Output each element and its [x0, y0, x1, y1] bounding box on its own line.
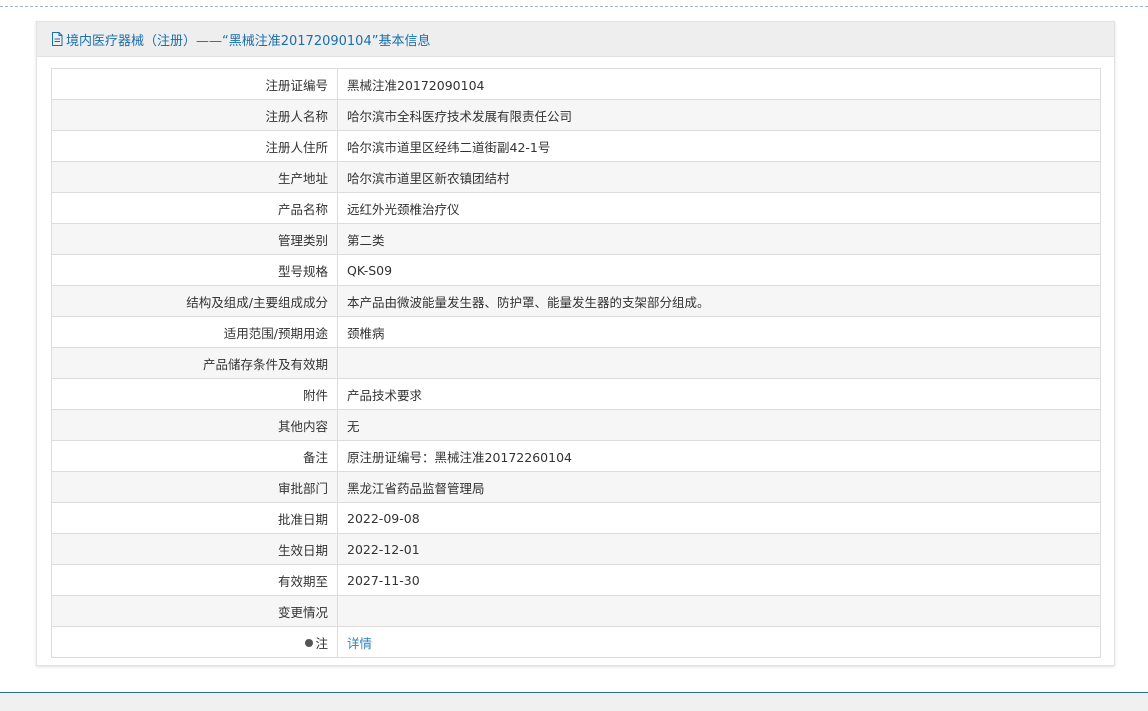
field-value: 产品技术要求 [337, 378, 1101, 410]
field-label: 附件 [51, 378, 338, 410]
field-value: 颈椎病 [337, 316, 1101, 348]
field-label: 产品储存条件及有效期 [51, 347, 338, 379]
field-value: 2027-11-30 [337, 564, 1101, 596]
field-label: 注册人名称 [51, 99, 338, 131]
field-label: 生产地址 [51, 161, 338, 193]
footer-bar [0, 692, 1148, 711]
table-row: 备注 原注册证编号：黑械注准20172260104 [51, 440, 1101, 472]
field-value: 哈尔滨市道里区经纬二道街副42-1号 [337, 130, 1101, 162]
table-row: 注册证编号 黑械注准20172090104 [51, 68, 1101, 100]
table-row: 注册人住所 哈尔滨市道里区经纬二道街副42-1号 [51, 130, 1101, 162]
table-row: 生效日期 2022-12-01 [51, 533, 1101, 565]
field-label: 结构及组成/主要组成成分 [51, 285, 338, 317]
field-label: 有效期至 [51, 564, 338, 596]
table-row: 注册人名称 哈尔滨市全科医疗技术发展有限责任公司 [51, 99, 1101, 131]
field-value: 2022-12-01 [337, 533, 1101, 565]
table-row: 有效期至 2027-11-30 [51, 564, 1101, 596]
table-row: 结构及组成/主要组成成分 本产品由微波能量发生器、防护罩、能量发生器的支架部分组成… [51, 285, 1101, 317]
field-label: 适用范围/预期用途 [51, 316, 338, 348]
field-label: 注册证编号 [51, 68, 338, 100]
table-row: 适用范围/预期用途 颈椎病 [51, 316, 1101, 348]
field-value [337, 595, 1101, 627]
note-value-cell: 详情 [337, 626, 1101, 658]
field-label: 批准日期 [51, 502, 338, 534]
table-row: 批准日期 2022-09-08 [51, 502, 1101, 534]
field-label: 备注 [51, 440, 338, 472]
field-value: 黑龙江省药品监督管理局 [337, 471, 1101, 503]
table-row: 附件 产品技术要求 [51, 378, 1101, 410]
field-value: 黑械注准20172090104 [337, 68, 1101, 100]
table-row: 产品储存条件及有效期 [51, 347, 1101, 379]
table-row: 变更情况 [51, 595, 1101, 627]
field-value: 2022-09-08 [337, 502, 1101, 534]
details-link[interactable]: 详情 [347, 636, 372, 651]
field-label: 产品名称 [51, 192, 338, 224]
field-value: 远红外光颈椎治疗仪 [337, 192, 1101, 224]
field-label: 管理类别 [51, 223, 338, 255]
field-value: 无 [337, 409, 1101, 441]
table-row: 管理类别 第二类 [51, 223, 1101, 255]
field-value: 原注册证编号：黑械注准20172260104 [337, 440, 1101, 472]
field-value: 哈尔滨市道里区新农镇团结村 [337, 161, 1101, 193]
table-row: 其他内容无 [51, 409, 1101, 441]
table-row: 型号规格 QK-S09 [51, 254, 1101, 286]
table-row-note: 注 详情 [51, 626, 1101, 658]
field-value: 第二类 [337, 223, 1101, 255]
detail-table: 注册证编号 黑械注准20172090104 注册人名称 哈尔滨市全科医疗技术发展有限责… [51, 68, 1101, 658]
panel-title: 境内医疗器械（注册）——“黑械注准20172090104”基本信息 [66, 33, 431, 49]
bullet-icon [305, 639, 314, 647]
field-label: 其他内容 [51, 409, 338, 441]
field-label: 型号规格 [51, 254, 338, 286]
top-dashed-border [0, 0, 1148, 7]
field-label: 变更情况 [51, 595, 338, 627]
field-value: QK-S09 [337, 254, 1101, 286]
table-row: 生产地址 哈尔滨市道里区新农镇团结村 [51, 161, 1101, 193]
field-label: 注册人住所 [51, 130, 338, 162]
field-label: 审批部门 [51, 471, 338, 503]
table-row: 产品名称 远红外光颈椎治疗仪 [51, 192, 1101, 224]
document-icon [51, 32, 63, 46]
note-label-cell: 注 [51, 626, 338, 658]
field-value [337, 347, 1101, 379]
field-label: 生效日期 [51, 533, 338, 565]
field-value: 本产品由微波能量发生器、防护罩、能量发生器的支架部分组成。 [337, 285, 1101, 317]
table-row: 审批部门 黑龙江省药品监督管理局 [51, 471, 1101, 503]
note-label: 注 [315, 635, 328, 651]
detail-panel: 境内医疗器械（注册）——“黑械注准20172090104”基本信息 注册证编号黑… [36, 21, 1115, 666]
field-value: 哈尔滨市全科医疗技术发展有限责任公司 [337, 99, 1101, 131]
panel-header: 境内医疗器械（注册）——“黑械注准20172090104”基本信息 [37, 22, 1114, 57]
